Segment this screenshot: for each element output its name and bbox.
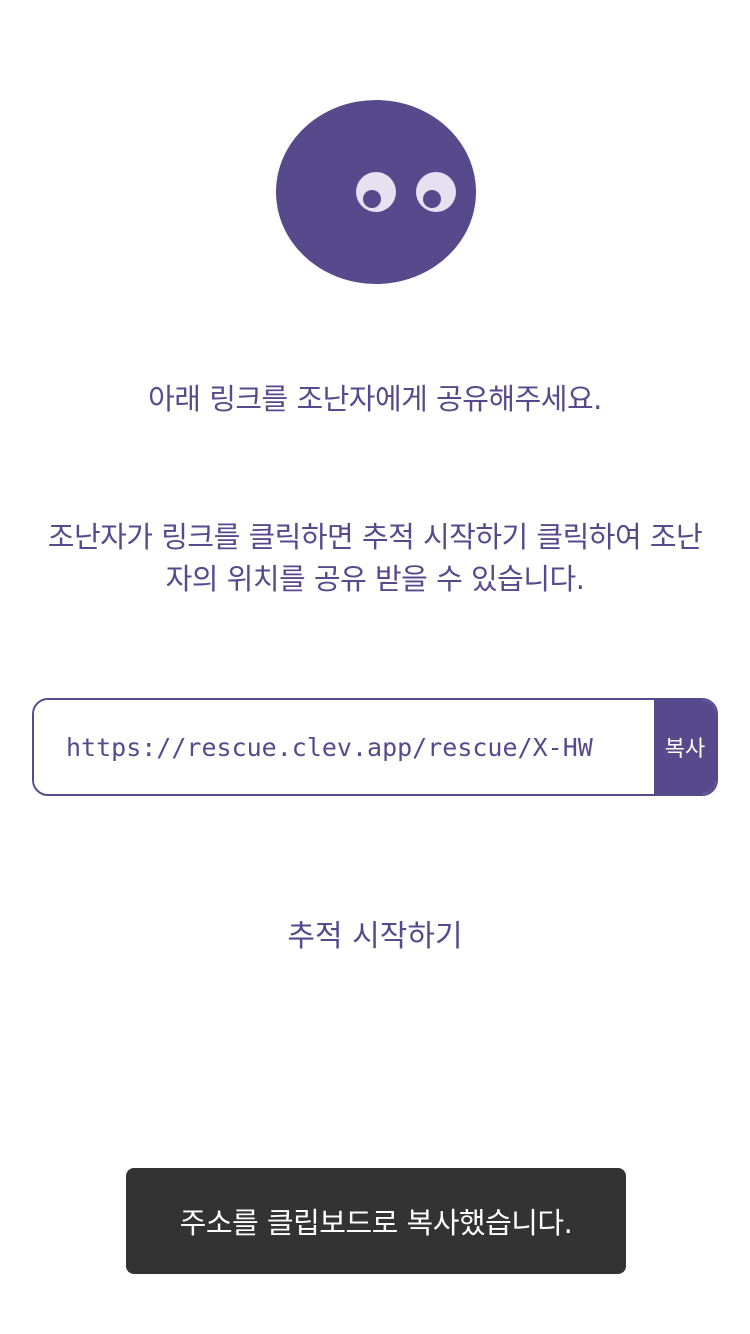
copy-button[interactable]: 복사	[654, 700, 716, 794]
share-prompt-text: 아래 링크를 조난자에게 공유해주세요.	[148, 382, 602, 416]
mascot-left-pupil	[363, 190, 381, 208]
mascot-icon	[276, 100, 476, 284]
blob-with-eyes-icon	[276, 100, 476, 284]
mascot-right-pupil	[423, 190, 441, 208]
share-link-input[interactable]	[34, 700, 654, 794]
share-link-box: 복사	[32, 698, 718, 796]
toast-message: 주소를 클립보드로 복사했습니다.	[179, 1206, 573, 1240]
tracking-description-text: 조난자가 링크를 클릭하면 추적 시작하기 클릭하여 조난자의 위치를 공유 받…	[47, 520, 703, 596]
start-tracking-button[interactable]: 추적 시작하기	[0, 915, 750, 959]
toast-notification: 주소를 클립보드로 복사했습니다.	[126, 1168, 626, 1274]
